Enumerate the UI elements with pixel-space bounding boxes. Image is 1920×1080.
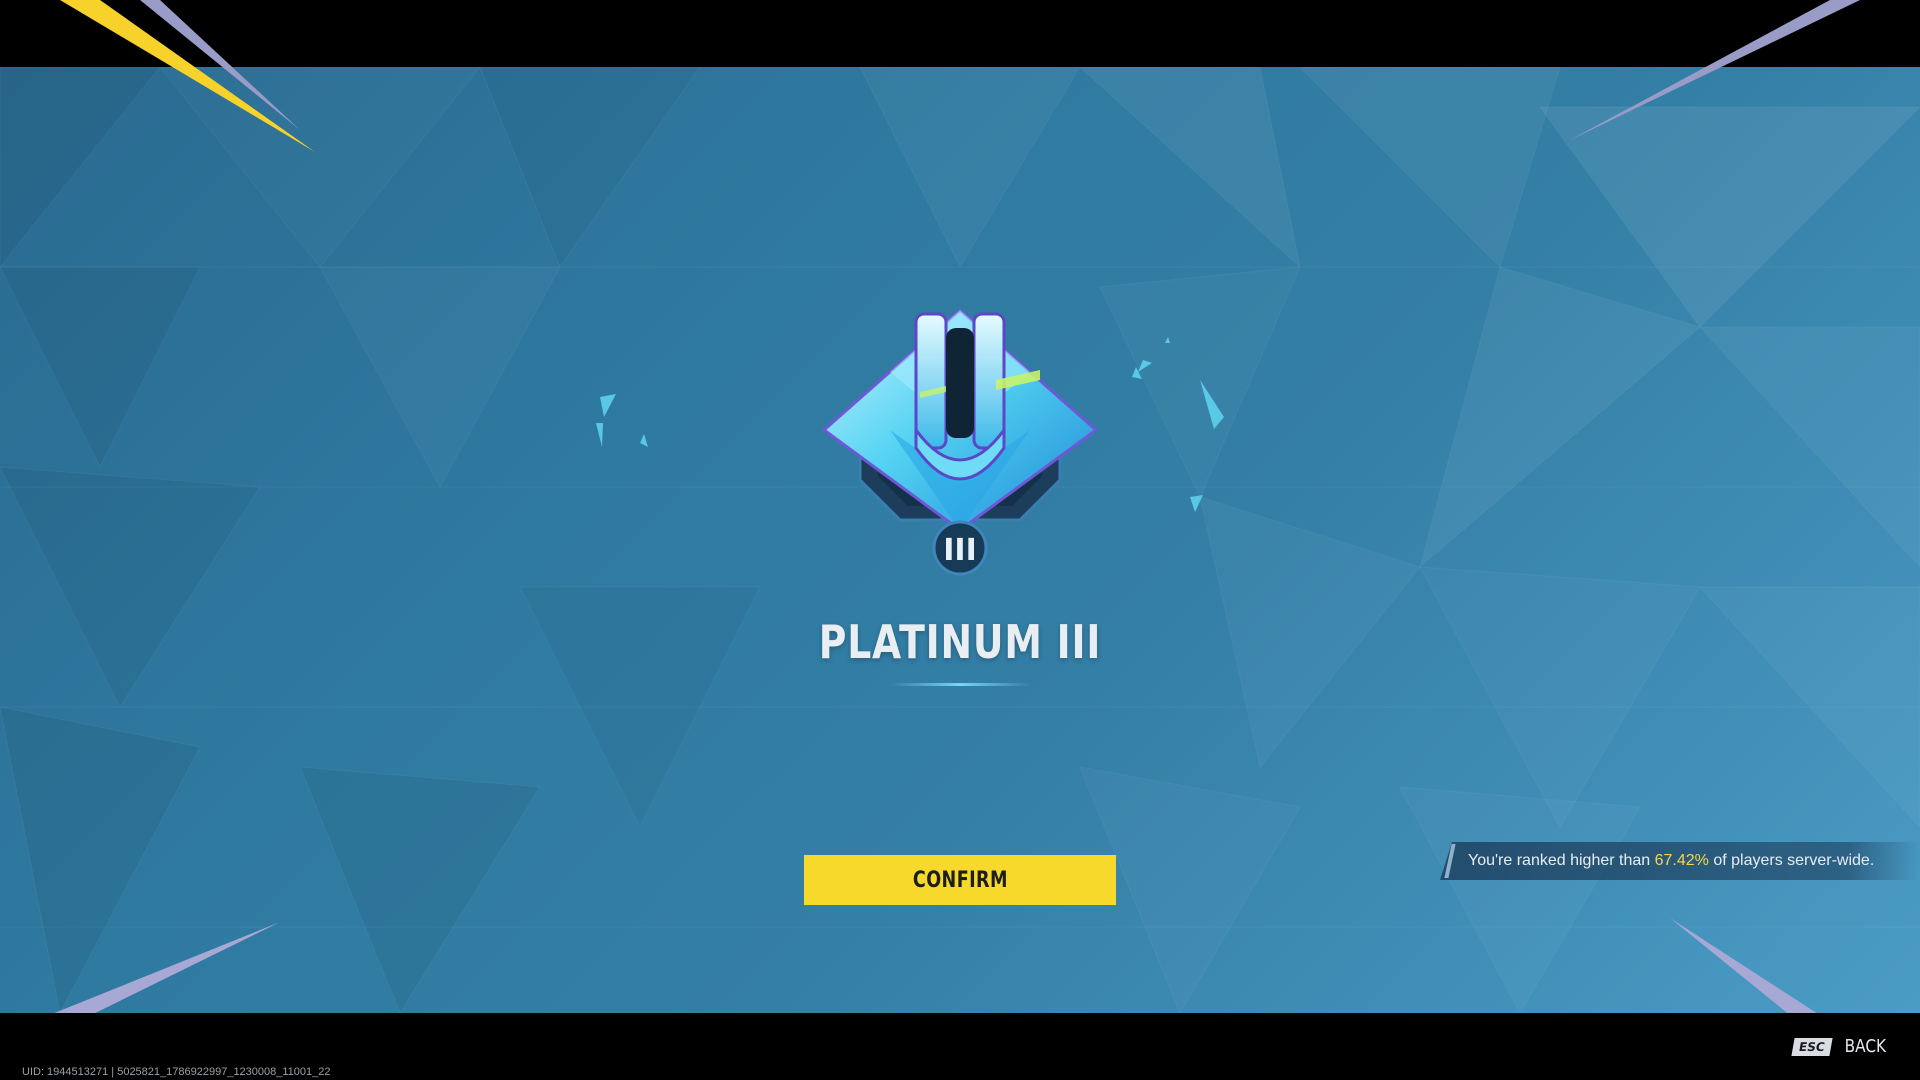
tier-numeral: III	[943, 533, 977, 568]
ranking-note-suffix: of players server-wide.	[1708, 852, 1875, 869]
platinum-rank-emblem-icon: III	[821, 307, 1099, 576]
confirm-label: CONFIRM	[912, 867, 1008, 893]
uid-footer: UID: 1944513271 | 5025821_1786922997_123…	[22, 1066, 331, 1078]
title-underline	[890, 683, 1030, 686]
rank-title: PLATINUM III	[818, 615, 1102, 669]
letterbox-top	[0, 0, 1920, 67]
ranking-note: You're ranked higher than 67.42% of play…	[1440, 842, 1920, 880]
ranking-percent: 67.42%	[1654, 852, 1709, 869]
ranking-note-text: You're ranked higher than 67.42% of play…	[1468, 852, 1874, 870]
esc-key-icon: ESC	[1791, 1037, 1833, 1056]
back-button[interactable]: ESC BACK	[1791, 1036, 1889, 1057]
ranking-note-prefix: You're ranked higher than	[1468, 852, 1655, 869]
back-label: BACK	[1844, 1036, 1886, 1057]
confirm-button[interactable]: CONFIRM	[804, 855, 1116, 905]
